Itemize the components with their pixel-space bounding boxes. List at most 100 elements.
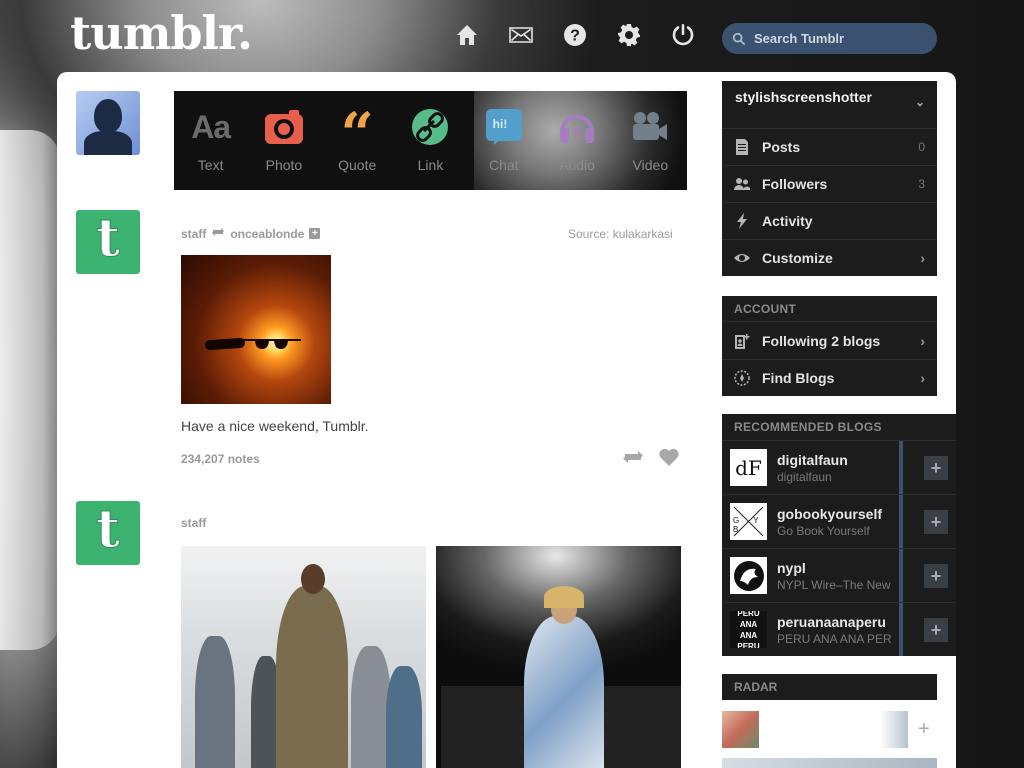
- post-photo-runway-2[interactable]: [436, 546, 681, 768]
- post-type-bar: Aa Text Photo “ Quote Link hi! Chat Audi…: [174, 91, 687, 190]
- sidebar-item-posts[interactable]: Posts 0: [722, 128, 937, 165]
- quote-icon: “: [340, 100, 374, 168]
- follow-button[interactable]: +: [924, 456, 948, 480]
- recommended-title: RECOMMENDED BLOGS: [734, 420, 882, 434]
- sidebar-item-find-blogs[interactable]: Find Blogs ›: [722, 359, 937, 396]
- reblog-icon: [211, 226, 225, 241]
- chevron-down-icon: ⌄: [914, 95, 925, 109]
- blog-name: digitalfaun: [777, 451, 848, 468]
- tumblr-t-icon: t: [95, 501, 121, 560]
- radar-follow-button[interactable]: +: [918, 718, 930, 741]
- post-header: staff: [181, 516, 206, 530]
- account-title: ACCOUNT: [722, 296, 937, 322]
- post-type-link[interactable]: Link: [394, 91, 467, 190]
- radar-fade: [880, 711, 908, 748]
- blog-name: stylishscreenshotter: [735, 89, 872, 105]
- post-type-quote[interactable]: “ Quote: [321, 91, 394, 190]
- staff-avatar[interactable]: t: [76, 501, 140, 565]
- post-caption: Have a nice weekend, Tumblr.: [181, 418, 369, 434]
- blog-name: peruanaanaperu: [777, 613, 886, 630]
- radar-image[interactable]: [722, 758, 937, 768]
- blog-title: NYPL Wire–The New: [777, 577, 891, 592]
- compass-icon: [732, 370, 752, 386]
- recommended-blog-item[interactable]: dF digitalfaun digitalfaun +: [722, 440, 956, 494]
- blog-thumb: dF: [730, 449, 767, 486]
- radar-thumb[interactable]: [722, 711, 759, 748]
- svg-text:?: ?: [570, 28, 580, 45]
- account-menu: ACCOUNT Following 2 blogs › Find Blogs ›: [722, 296, 937, 396]
- blog-thumb: PERU ANA ANA PERU: [730, 611, 767, 648]
- blog-title: PERU ANA ANA PER: [777, 631, 892, 646]
- post-photo-sunset[interactable]: [181, 255, 331, 404]
- reblog-button-icon[interactable]: [622, 447, 644, 467]
- tumblr-t-icon: t: [95, 210, 121, 269]
- follow-button[interactable]: +: [924, 564, 948, 588]
- like-heart-icon[interactable]: [658, 447, 680, 467]
- recommended-blog-item[interactable]: nypl NYPL Wire–The New +: [722, 548, 956, 602]
- svg-text:hi!: hi!: [492, 117, 507, 131]
- search-bar[interactable]: [722, 23, 937, 54]
- recommended-blog-item[interactable]: G Y B gobookyourself Go Book Yourself +: [722, 494, 956, 548]
- home-icon[interactable]: [452, 20, 482, 50]
- follow-button[interactable]: +: [924, 618, 948, 642]
- post-type-video[interactable]: Video: [614, 91, 687, 190]
- sidebar-item-followers[interactable]: Followers 3: [722, 165, 937, 202]
- blog-title: digitalfaun: [777, 469, 832, 484]
- blog-name: nypl: [777, 559, 806, 576]
- lion-logo-icon: [730, 557, 767, 594]
- chevron-right-icon: ›: [920, 250, 925, 266]
- video-camera-icon: [631, 107, 669, 147]
- sidebar-item-customize[interactable]: Customize ›: [722, 239, 937, 276]
- header: tumblr. ?: [0, 0, 1024, 72]
- photo-arm: [204, 337, 246, 351]
- post-type-text[interactable]: Aa Text: [174, 91, 247, 190]
- link-icon: [411, 107, 449, 147]
- post-source[interactable]: Source: kulakarkasi: [568, 227, 673, 241]
- chevron-right-icon: ›: [920, 332, 925, 349]
- sidebar-item-following[interactable]: Following 2 blogs ›: [722, 322, 937, 359]
- lightning-icon: [732, 213, 752, 229]
- post-photo-runway-1[interactable]: [181, 546, 426, 768]
- follow-plus-icon[interactable]: +: [309, 228, 321, 239]
- sidebar-item-activity[interactable]: Activity: [722, 202, 937, 239]
- reblogged-from[interactable]: onceablonde: [230, 227, 304, 241]
- blog-thumb: G Y B: [730, 503, 767, 540]
- blog-title: Go Book Yourself: [777, 523, 870, 538]
- logout-icon[interactable]: [668, 20, 698, 50]
- blog-name: gobookyourself: [777, 505, 883, 522]
- eye-icon: [732, 250, 752, 266]
- recommended-blog-item[interactable]: PERU ANA ANA PERU peruanaanaperu PERU AN…: [722, 602, 956, 656]
- post-type-audio[interactable]: Audio: [540, 91, 613, 190]
- follow-button[interactable]: +: [924, 510, 948, 534]
- post-notes[interactable]: 234,207 notes: [181, 452, 260, 466]
- user-avatar[interactable]: [76, 91, 140, 155]
- document-icon: [732, 139, 752, 155]
- post-author[interactable]: staff: [181, 516, 206, 530]
- recommended-blogs: RECOMMENDED BLOGS dF digitalfaun digital…: [722, 414, 956, 656]
- blog-name-dropdown[interactable]: stylishscreenshotter ⌄: [722, 81, 937, 128]
- search-icon: [732, 32, 746, 45]
- people-icon: [732, 176, 752, 192]
- chevron-right-icon: ›: [920, 370, 925, 386]
- settings-icon[interactable]: [614, 20, 644, 50]
- post-type-photo[interactable]: Photo: [247, 91, 320, 190]
- staff-avatar[interactable]: t: [76, 210, 140, 274]
- headphones-icon: [558, 107, 596, 147]
- camera-icon: [264, 107, 303, 147]
- blog-menu: stylishscreenshotter ⌄ Posts 0 Followers…: [722, 81, 937, 276]
- post-actions: [622, 447, 680, 467]
- radar-title: RADAR: [722, 674, 937, 700]
- add-person-icon: [732, 333, 752, 349]
- post-author[interactable]: staff: [181, 227, 206, 241]
- nav-icons: ?: [452, 20, 698, 50]
- chat-icon: hi!: [485, 107, 522, 147]
- inbox-icon[interactable]: [506, 20, 536, 50]
- post-header: staff onceablonde +: [181, 226, 321, 241]
- tumblr-logo[interactable]: tumblr.: [70, 6, 253, 60]
- search-input[interactable]: [754, 31, 924, 46]
- text-icon: Aa: [191, 108, 231, 145]
- photo-sunglasses: [241, 339, 301, 349]
- post-type-chat[interactable]: hi! Chat: [467, 91, 540, 190]
- help-icon[interactable]: ?: [560, 20, 590, 50]
- background-shoulder: [0, 130, 60, 650]
